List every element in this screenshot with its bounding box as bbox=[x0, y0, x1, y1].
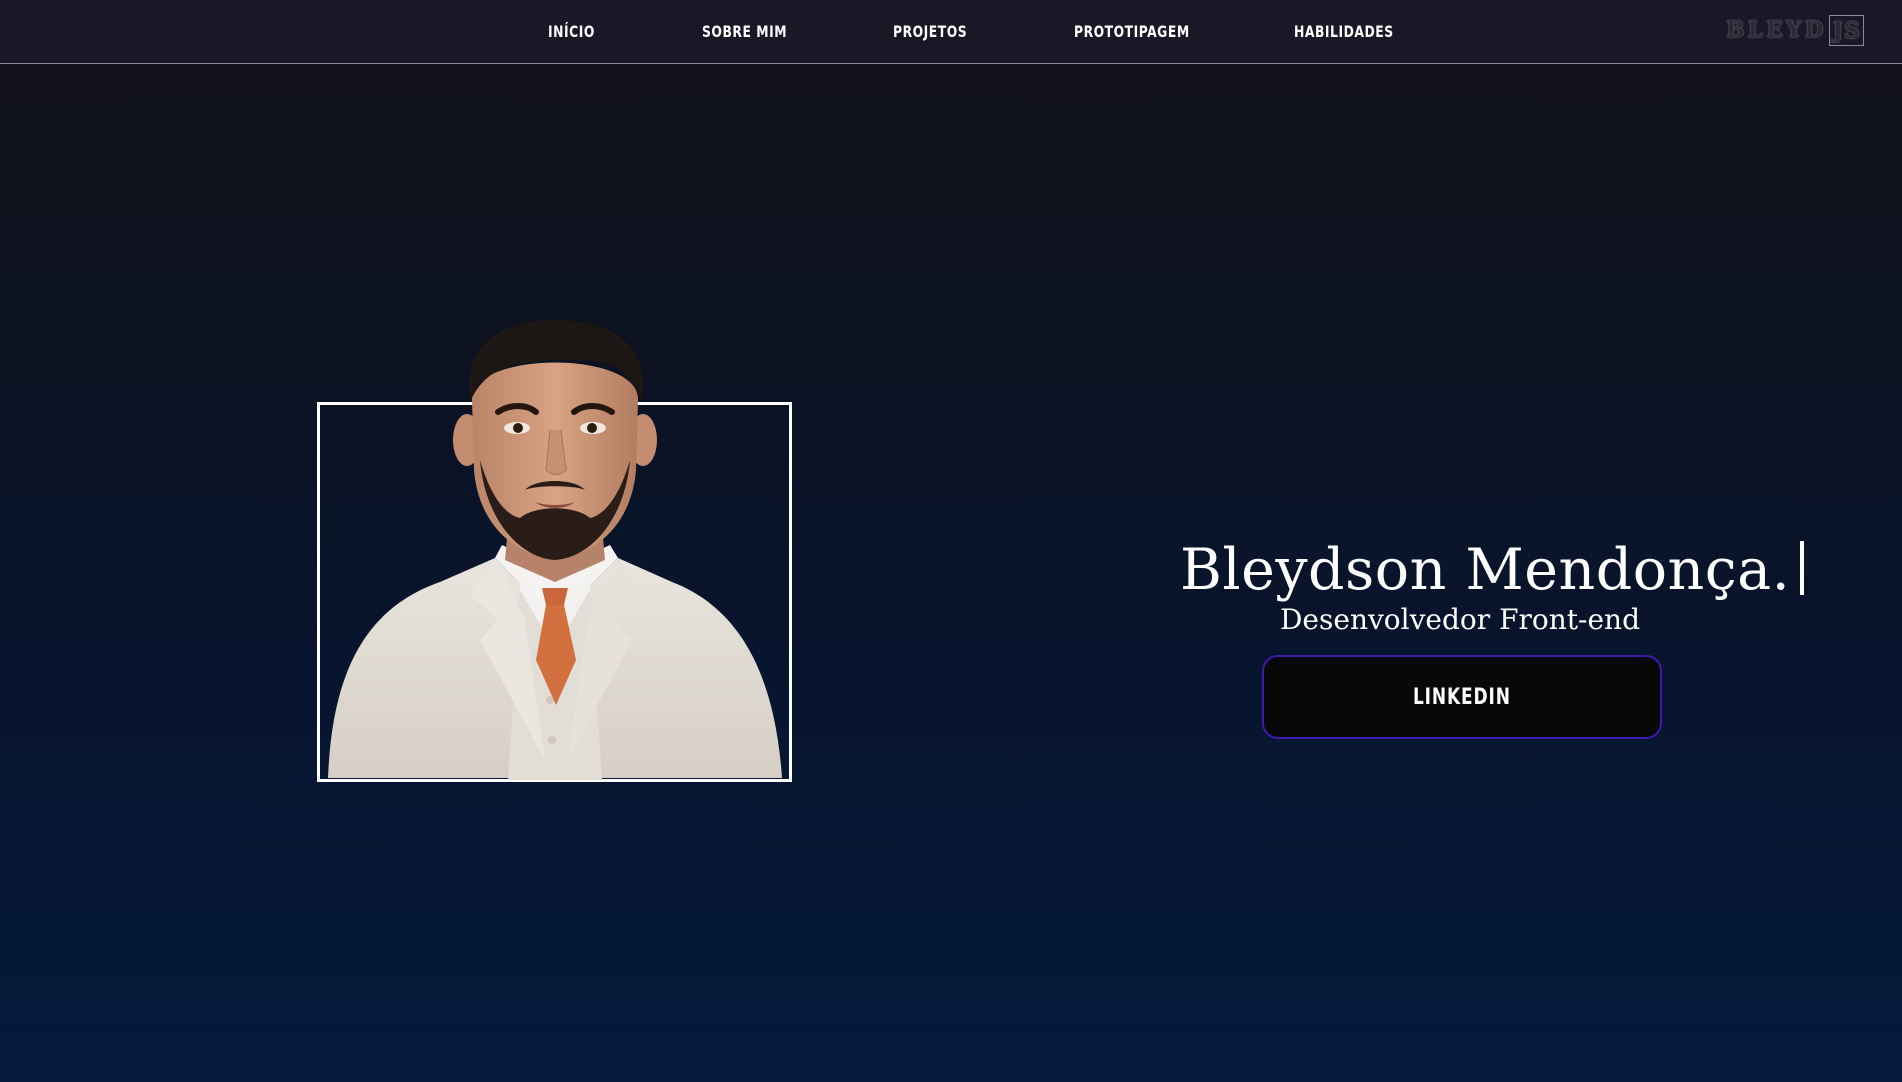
logo-text: BLEYD bbox=[1726, 17, 1827, 43]
site-logo[interactable]: BLEYD JS bbox=[1726, 14, 1864, 46]
typing-caret bbox=[1800, 541, 1805, 595]
linkedin-button-label: LINKEDIN bbox=[1413, 684, 1511, 710]
linkedin-button[interactable]: LINKEDIN bbox=[1262, 655, 1662, 739]
portfolio-page: INÍCIO SOBRE MIM PROJETOS PROTOTIPAGEM H… bbox=[0, 0, 1902, 1082]
profile-photo bbox=[328, 320, 782, 780]
hero-name: Bleydson Mendonça. bbox=[1180, 530, 1805, 610]
nav-item-projetos[interactable]: PROJETOS bbox=[893, 0, 967, 63]
logo-boxed-text: JS bbox=[1828, 14, 1864, 46]
nav-links: INÍCIO SOBRE MIM PROJETOS PROTOTIPAGEM H… bbox=[0, 0, 1902, 63]
hero-name-text: Bleydson Mendonça. bbox=[1180, 537, 1791, 603]
nav-item-sobre-mim[interactable]: SOBRE MIM bbox=[702, 0, 787, 63]
nav-item-habilidades[interactable]: HABILIDADES bbox=[1294, 0, 1394, 63]
top-navbar: INÍCIO SOBRE MIM PROJETOS PROTOTIPAGEM H… bbox=[0, 0, 1902, 64]
nav-item-inicio[interactable]: INÍCIO bbox=[548, 0, 595, 63]
hero-role: Desenvolvedor Front-end bbox=[1279, 603, 1641, 636]
nav-item-prototipagem[interactable]: PROTOTIPAGEM bbox=[1074, 0, 1190, 63]
